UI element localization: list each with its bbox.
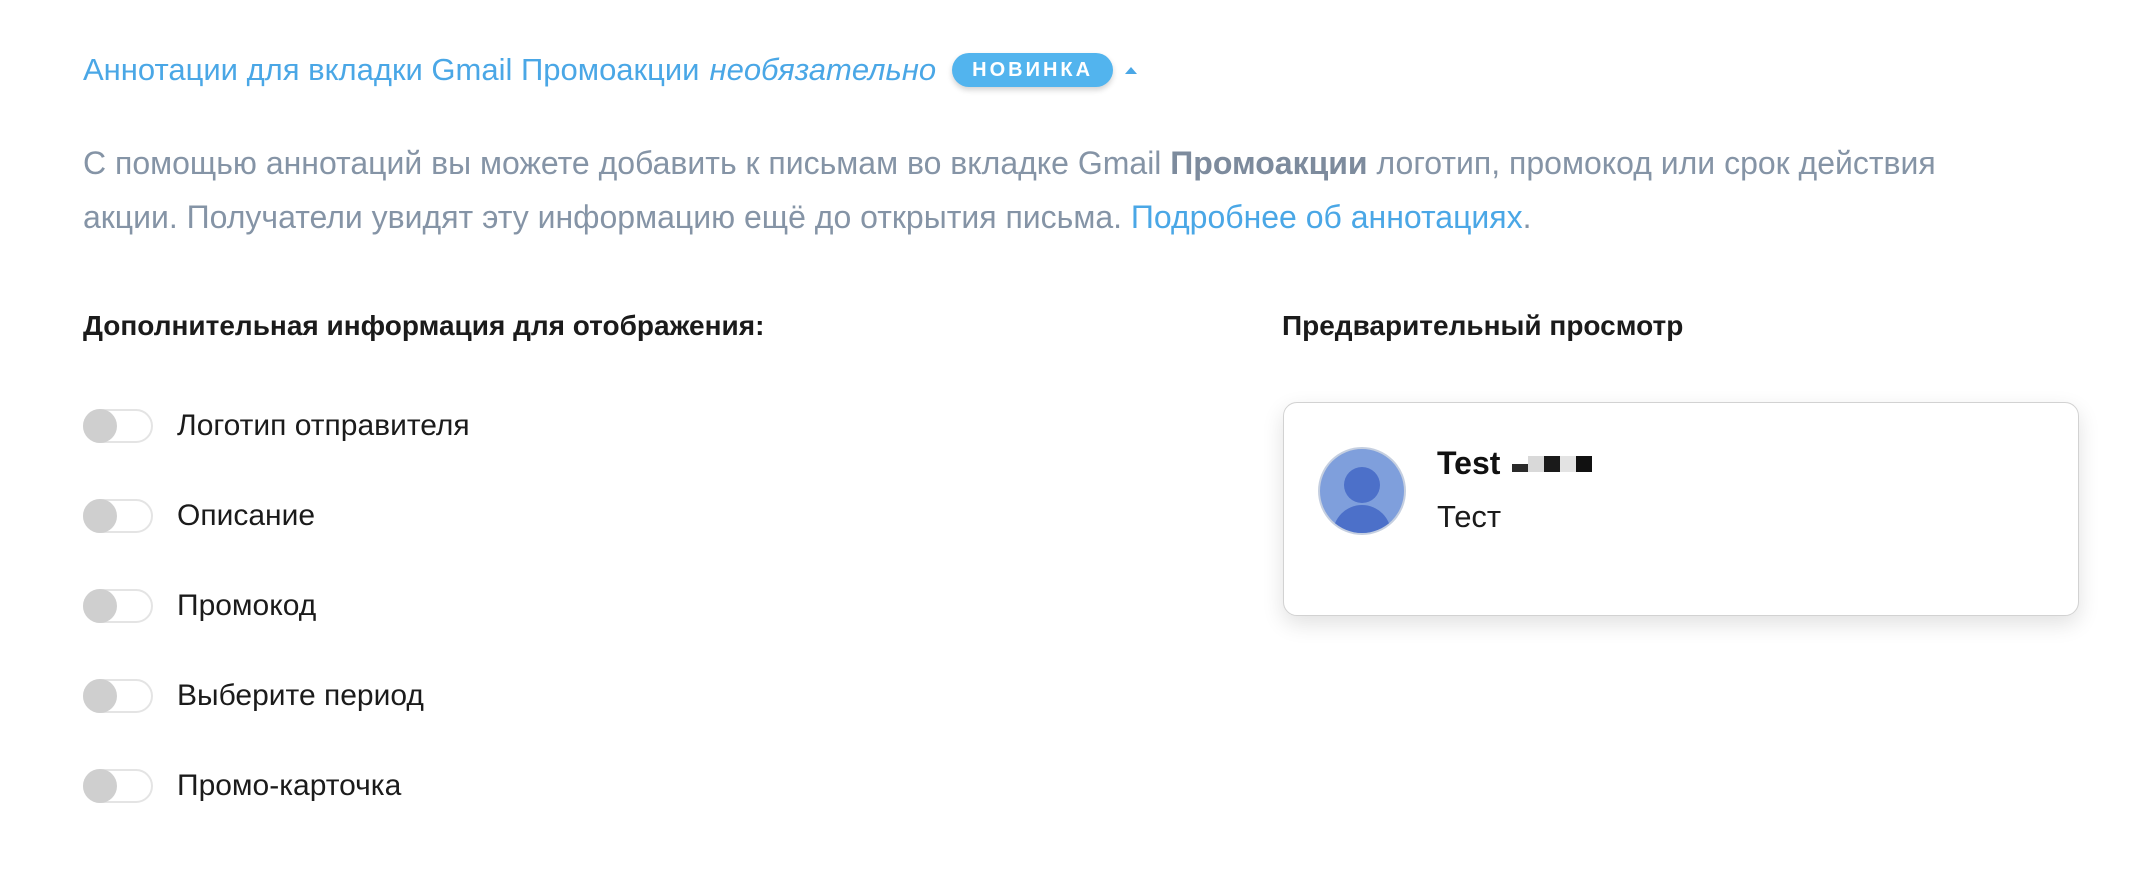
caret-up-icon[interactable]	[1125, 66, 1138, 74]
redacted-pixels	[1512, 455, 1593, 472]
sender-name: Test	[1437, 445, 1501, 481]
promo-card-toggle[interactable]	[83, 769, 153, 803]
sender-logo-label: Логотип отправителя	[177, 409, 470, 442]
toggle-row-promo-code[interactable]: Промокод	[83, 584, 316, 628]
optional-label: необязательно	[709, 52, 937, 87]
user-icon	[1344, 467, 1380, 503]
toggle-row-period[interactable]: Выберите период	[83, 674, 424, 718]
new-badge: НОВИНКА	[952, 53, 1114, 87]
description-text-1: С помощью аннотаций вы можете добавить к…	[83, 145, 1171, 181]
promo-code-toggle[interactable]	[83, 589, 153, 623]
period-label: Выберите период	[177, 679, 424, 712]
promo-code-label: Промокод	[177, 589, 317, 622]
preview-card: Test Тест	[1283, 402, 2079, 616]
avatar	[1318, 447, 1406, 535]
toggle-row-sender-logo[interactable]: Логотип отправителя	[83, 404, 470, 448]
email-subject: Тест	[1437, 499, 1502, 534]
period-toggle[interactable]	[83, 679, 153, 713]
preview-heading: Предварительный просмотр	[1282, 310, 1684, 341]
annotations-panel: Аннотации для вкладки Gmail Промоакции н…	[0, 0, 2148, 870]
annotations-header[interactable]: Аннотации для вкладки Gmail Промоакции н…	[83, 52, 1138, 88]
annotations-title: Аннотации для вкладки Gmail Промоакции	[83, 52, 700, 87]
toggle-knob	[83, 679, 117, 713]
toggle-row-description[interactable]: Описание	[83, 494, 315, 538]
annotations-description: С помощью аннотаций вы можете добавить к…	[83, 136, 1983, 244]
learn-more-link[interactable]: Подробнее об аннотациях	[1131, 199, 1523, 235]
user-icon-body	[1333, 505, 1391, 533]
sender-logo-toggle[interactable]	[83, 409, 153, 443]
toggle-knob	[83, 409, 117, 443]
description-toggle[interactable]	[83, 499, 153, 533]
toggle-row-promo-card[interactable]: Промо-карточка	[83, 764, 401, 808]
description-end: .	[1522, 199, 1532, 235]
toggle-knob	[83, 769, 117, 803]
description-bold: Промоакции	[1170, 145, 1368, 181]
description-label: Описание	[177, 499, 316, 532]
toggle-knob	[83, 499, 117, 533]
additional-info-heading: Дополнительная информация для отображени…	[83, 310, 765, 341]
promo-card-label: Промо-карточка	[177, 769, 402, 802]
sender-line: Test	[1437, 445, 1593, 482]
toggle-knob	[83, 589, 117, 623]
